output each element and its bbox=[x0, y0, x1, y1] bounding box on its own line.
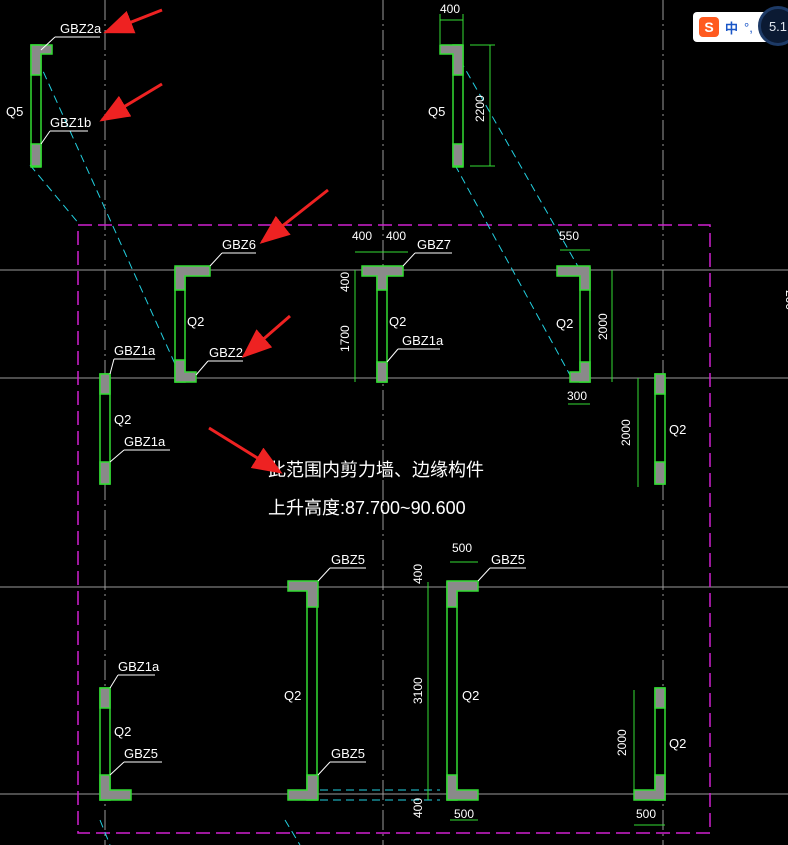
arrow-gbz1b bbox=[99, 82, 163, 122]
dim-400-top: 400 bbox=[440, 2, 460, 16]
label-q2-right: Q2 bbox=[669, 422, 686, 437]
label-q2-bottom-right: Q2 bbox=[669, 736, 686, 751]
label-q2-c: Q2 bbox=[187, 314, 204, 329]
label-gbz1a-left-b: GBZ1a bbox=[124, 434, 166, 449]
label-q2-t: Q2 bbox=[389, 314, 406, 329]
label-gbz1a-t: GBZ1a bbox=[402, 333, 444, 348]
sogou-logo-icon[interactable]: S bbox=[699, 17, 719, 37]
dim-2200: 2200 bbox=[473, 95, 487, 122]
arrow-gbz6 bbox=[259, 188, 329, 244]
dim-2000-right-c: 2000 bbox=[596, 313, 610, 340]
label-gbz1b: GBZ1b bbox=[50, 115, 91, 130]
cad-drawing-canvas[interactable]: GBZ2a GBZ1b Q5 Q5 GBZ6 GBZ7 Q2 Q2 Q2 GBZ… bbox=[0, 0, 788, 845]
dim-300: 300 bbox=[567, 389, 587, 403]
dim-400-side: 400 bbox=[338, 272, 352, 292]
label-gbz5-a: GBZ5 bbox=[331, 552, 365, 567]
label-q2-left: Q2 bbox=[114, 412, 131, 427]
dimension-texts: 400 2200 400 400 550 400 1700 2000 300 2… bbox=[338, 2, 788, 821]
label-q5-right: Q5 bbox=[428, 104, 445, 119]
dim-1700: 1700 bbox=[338, 325, 352, 352]
dim-400-bottom: 400 bbox=[411, 798, 425, 818]
dim-500-bottom-right: 500 bbox=[636, 807, 656, 821]
note-line-1: 此范围内剪力墙、边缘构件 bbox=[268, 460, 484, 480]
ime-language-toggle[interactable]: 中 bbox=[725, 18, 738, 37]
label-q5-left: Q5 bbox=[6, 104, 23, 119]
label-q2-bottom-left: Q2 bbox=[114, 724, 131, 739]
dim-400-b: 400 bbox=[386, 229, 406, 243]
arrow-gbz2 bbox=[241, 314, 291, 358]
dim-2000-bottom-right: 2000 bbox=[615, 729, 629, 756]
dim-550: 550 bbox=[559, 229, 579, 243]
dim-400-bottom-top: 400 bbox=[411, 564, 425, 584]
dim-500-bottom: 500 bbox=[454, 807, 474, 821]
dim-2000-right: 2000 bbox=[619, 419, 633, 446]
label-gbz5-bottom-mid: GBZ5 bbox=[331, 746, 365, 761]
label-gbz2: GBZ2 bbox=[209, 345, 243, 360]
label-gbz7: GBZ7 bbox=[417, 237, 451, 252]
note-line-2: 上升高度:87.700~90.600 bbox=[268, 498, 466, 518]
label-gbz1a-bottom: GBZ1a bbox=[118, 659, 160, 674]
label-gbz6: GBZ6 bbox=[222, 237, 256, 252]
dim-500-top: 500 bbox=[452, 541, 472, 555]
label-gbz5-b: GBZ5 bbox=[491, 552, 525, 567]
elevation-note: 此范围内剪力墙、边缘构件 上升高度:87.700~90.600 bbox=[268, 460, 484, 518]
arrow-note bbox=[208, 426, 283, 474]
cyan-leader-lines bbox=[29, 59, 581, 845]
label-q2-br: Q2 bbox=[462, 688, 479, 703]
dim-200-edge: 200 bbox=[783, 290, 788, 310]
dim-3100: 3100 bbox=[411, 677, 425, 704]
label-q2-right-c: Q2 bbox=[556, 316, 573, 331]
label-gbz5-bottom-left: GBZ5 bbox=[124, 746, 158, 761]
red-arrows bbox=[99, 8, 329, 474]
label-gbz2a: GBZ2a bbox=[60, 21, 102, 36]
dim-400-a: 400 bbox=[352, 229, 372, 243]
label-gbz1a-left: GBZ1a bbox=[114, 343, 156, 358]
label-q2-bl: Q2 bbox=[284, 688, 301, 703]
ime-punctuation-toggle[interactable]: °, bbox=[744, 20, 753, 35]
arrow-gbz2a bbox=[103, 8, 163, 34]
